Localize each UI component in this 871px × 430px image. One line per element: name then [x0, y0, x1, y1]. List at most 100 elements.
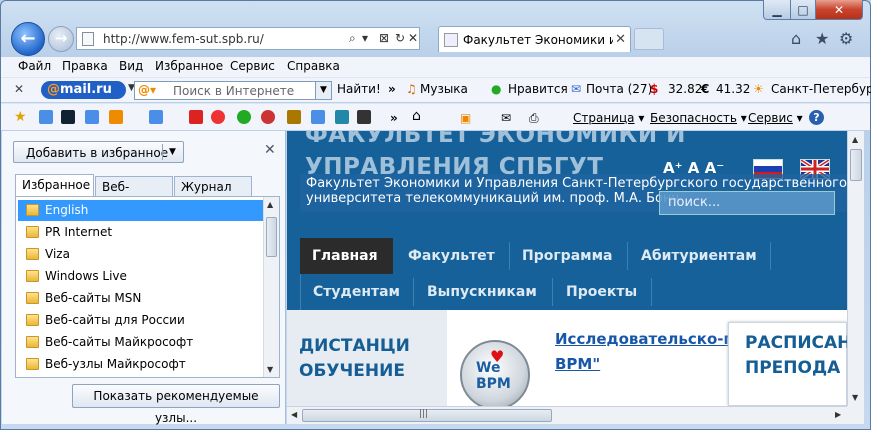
schedule-block[interactable]: РАСПИСАН ПРЕПОДА: [728, 322, 847, 406]
menu-help[interactable]: Справка: [287, 59, 340, 73]
eur-rate[interactable]: 41.32: [716, 82, 750, 96]
list-item[interactable]: Веб-сайты Майкрософт: [18, 332, 264, 353]
tab-active[interactable]: Факультет Экономики и У... ✕: [438, 26, 631, 52]
list-item[interactable]: PR Internet: [18, 222, 264, 243]
ie-icon[interactable]: [311, 110, 325, 124]
ie-icon[interactable]: [85, 110, 99, 124]
list-item[interactable]: Веб-сайты MSN: [18, 288, 264, 309]
scroll-down-icon[interactable]: ▼: [852, 393, 858, 402]
help-icon[interactable]: ?: [809, 110, 824, 125]
music-button[interactable]: Музыка: [420, 82, 468, 96]
site-icon[interactable]: [287, 110, 301, 124]
home-icon[interactable]: ⌂: [412, 108, 421, 124]
scroll-left-icon[interactable]: ◀: [291, 410, 297, 419]
site-icon[interactable]: [61, 110, 75, 124]
scroll-thumb[interactable]: |||: [302, 409, 552, 422]
chrome-like-icon[interactable]: [211, 110, 225, 124]
bpm-logo[interactable]: ♥ We BPM: [460, 340, 530, 406]
ok-icon[interactable]: [109, 110, 123, 124]
list-item[interactable]: English: [18, 200, 264, 221]
maximize-button[interactable]: □: [790, 0, 816, 20]
menu-tools[interactable]: Сервис: [230, 59, 275, 73]
home-icon[interactable]: ⌂: [791, 29, 801, 48]
tab-close-icon[interactable]: ✕: [615, 32, 626, 47]
list-item[interactable]: Веб-узлы Майкрософт: [18, 354, 264, 375]
toolbar-close-icon[interactable]: ✕: [14, 82, 24, 96]
refresh-icon[interactable]: ↻: [395, 31, 405, 45]
panel-scrollbar[interactable]: ▲ ▼: [263, 197, 279, 377]
close-window-button[interactable]: ✕: [815, 0, 863, 20]
dropdown-icon[interactable]: ▾: [362, 31, 368, 45]
nav-graduates[interactable]: Выпускникам: [427, 274, 537, 310]
chevron-more-icon[interactable]: »: [390, 111, 398, 125]
nav-students[interactable]: Студентам: [313, 274, 400, 310]
nav-applicants[interactable]: Абитуриентам: [641, 238, 757, 274]
list-item[interactable]: Viza: [18, 244, 264, 265]
tools-menu[interactable]: Сервис ▾: [748, 111, 803, 125]
mail-search-input[interactable]: Поиск в Интернете: [173, 84, 294, 98]
menu-view[interactable]: Вид: [119, 59, 143, 73]
scroll-down-icon[interactable]: ▼: [267, 365, 273, 374]
address-url[interactable]: http://www.fem-sut.spb.ru/: [103, 32, 264, 46]
show-recommended-button[interactable]: Показать рекомендуемые узлы...: [72, 384, 280, 425]
qr-icon[interactable]: [357, 110, 371, 124]
tab-favorites[interactable]: Избранное: [15, 174, 94, 197]
search-go-button[interactable]: Найти!: [337, 82, 381, 96]
safety-menu[interactable]: Безопасность ▾: [650, 111, 747, 125]
site-icon[interactable]: [237, 110, 251, 124]
weather-city[interactable]: Санкт-Петербург: [771, 82, 871, 96]
ie-icon[interactable]: [149, 110, 163, 124]
list-item[interactable]: Веб-сайты для России: [18, 310, 264, 331]
scroll-thumb[interactable]: [266, 217, 277, 257]
back-button[interactable]: ←: [11, 22, 45, 56]
site-icon[interactable]: [335, 110, 349, 124]
tab-feeds[interactable]: Веб-каналы: [95, 176, 173, 208]
chevron-down-icon[interactable]: ▼: [315, 82, 331, 99]
page-vertical-scrollbar[interactable]: ▲ ▼: [847, 131, 864, 406]
menu-file[interactable]: Файл: [18, 59, 51, 73]
mail-search-box[interactable]: @▾ Поиск в Интернете ▼: [134, 81, 332, 100]
favorites-star-icon[interactable]: ★: [14, 109, 27, 125]
rss-icon[interactable]: ▣: [460, 111, 471, 125]
distance-learning-title[interactable]: ДИСТАНЦИ ОБУЧЕНИЕ: [299, 334, 410, 384]
read-mail-icon[interactable]: ✉: [501, 111, 511, 125]
forward-button[interactable]: →: [48, 26, 74, 52]
scroll-right-icon[interactable]: ▶: [835, 410, 841, 419]
page-menu[interactable]: Страница ▾: [573, 111, 644, 125]
favorites-star-icon[interactable]: ★: [815, 29, 829, 48]
chevron-down-icon[interactable]: ▼: [169, 147, 176, 157]
scroll-up-icon[interactable]: ▲: [852, 135, 858, 144]
search-icon[interactable]: ⌕: [349, 31, 356, 46]
compat-view-icon[interactable]: ⊠: [379, 31, 389, 45]
site-search-input[interactable]: поиск...: [659, 191, 835, 215]
minimize-button[interactable]: ▁: [763, 0, 791, 20]
mailru-logo[interactable]: @mail.ru: [41, 81, 126, 99]
site-icon[interactable]: [261, 110, 275, 124]
web-content: ФАКУЛЬТЕТ ЭКОНОМИКИ И УПРАВЛЕНИЯ СПБГУТ A…: [287, 131, 847, 406]
panel-close-icon[interactable]: ✕: [264, 142, 276, 158]
menu-favorites[interactable]: Избранное: [155, 59, 223, 73]
article-link[interactable]: Исследовательско-пр BPM": [555, 327, 745, 377]
mail-button[interactable]: Почта (27): [586, 82, 652, 96]
youtube-icon[interactable]: [189, 110, 203, 124]
usd-rate[interactable]: 32.82: [668, 82, 702, 96]
menu-edit[interactable]: Правка: [62, 59, 108, 73]
nav-home[interactable]: Главная: [300, 238, 393, 274]
chevron-more-icon[interactable]: »: [388, 82, 396, 96]
scroll-thumb[interactable]: [850, 149, 862, 181]
add-favorite-button[interactable]: Добавить в избранное ▼: [13, 141, 184, 163]
like-button[interactable]: Нравится: [508, 82, 568, 96]
scroll-up-icon[interactable]: ▲: [267, 200, 273, 209]
nav-program[interactable]: Программа: [522, 238, 612, 274]
new-tab-button[interactable]: [634, 28, 664, 50]
ie-icon[interactable]: [39, 110, 53, 124]
nav-projects[interactable]: Проекты: [566, 274, 637, 310]
print-icon[interactable]: ⎙: [529, 111, 539, 126]
tab-history[interactable]: Журнал: [174, 176, 252, 197]
stop-icon[interactable]: ✕: [408, 31, 418, 45]
nav-faculty[interactable]: Факультет: [408, 238, 495, 274]
page-horizontal-scrollbar[interactable]: ◀ ||| ▶: [287, 406, 847, 424]
list-item[interactable]: Windows Live: [18, 266, 264, 287]
address-bar[interactable]: http://www.fem-sut.spb.ru/ ⌕ ▾ ⊠ ↻ ✕: [76, 27, 420, 50]
gear-icon[interactable]: ⚙: [839, 29, 853, 48]
